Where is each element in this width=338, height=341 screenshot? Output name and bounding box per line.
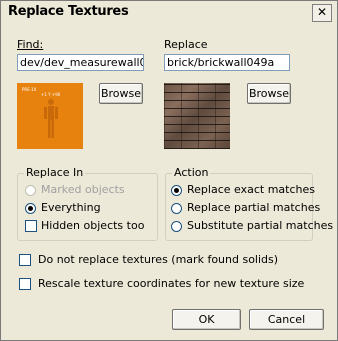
find-texture-caption: PRE-10 [22,87,37,92]
replace-exact-radio[interactable] [171,185,182,196]
replace-browse-button[interactable]: Browse [247,83,291,104]
replace-partial-label: Replace partial matches [187,201,321,214]
replace-label: Replace [164,38,208,51]
marked-objects-radio[interactable] [25,185,36,196]
replace-textures-dialog: Replace Textures ✕ Find: dev/dev_measure… [0,0,338,341]
close-button[interactable]: ✕ [312,4,332,22]
ok-button[interactable]: OK [172,309,241,330]
rescale-checkbox[interactable] [19,278,31,290]
find-texture-preview: PRE-10 +1 Y +90 [17,83,83,149]
replace-partial-radio[interactable] [171,203,182,214]
action-title: Action [172,166,211,179]
cancel-button[interactable]: Cancel [249,309,324,330]
hidden-objects-checkbox[interactable] [25,220,37,232]
replace-texture-preview [164,83,230,149]
do-not-replace-label: Do not replace textures (mark found soli… [38,253,279,266]
title-bar: Replace Textures ✕ [2,2,336,22]
hidden-objects-label: Hidden objects too [41,219,145,232]
close-icon: ✕ [316,5,328,19]
find-browse-button[interactable]: Browse [99,83,143,104]
replace-exact-label: Replace exact matches [187,183,315,196]
replace-input[interactable]: brick/brickwall049a [164,54,290,71]
everything-label: Everything [41,201,101,214]
human-figure-icon [44,99,58,138]
find-input[interactable]: dev/dev_measurewall01c [17,54,144,71]
marked-objects-label: Marked objects [41,183,125,196]
substitute-partial-label: Substitute partial matches [187,219,334,232]
do-not-replace-checkbox[interactable] [19,254,31,266]
replace-in-title: Replace In [24,166,86,179]
everything-radio[interactable] [25,203,36,214]
find-texture-caption-2: +1 Y +90 [41,92,61,97]
find-label: Find: [17,38,44,51]
substitute-partial-radio[interactable] [171,221,182,232]
rescale-label: Rescale texture coordinates for new text… [38,277,305,290]
dialog-title: Replace Textures [8,4,129,19]
